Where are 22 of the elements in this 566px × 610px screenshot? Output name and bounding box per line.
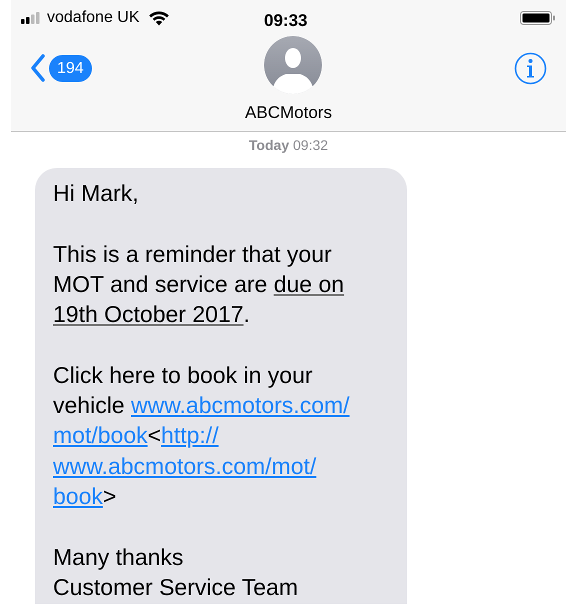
web-link[interactable]: book bbox=[53, 482, 103, 509]
contact-name: ABCMotors bbox=[244, 102, 333, 124]
date-link[interactable]: due on bbox=[274, 270, 344, 297]
carrier-name: vodafone UK bbox=[47, 8, 140, 28]
signal-icon bbox=[21, 12, 41, 24]
wifi-icon bbox=[148, 10, 169, 26]
message-paragraph: Many thanks Customer Service Team bbox=[53, 542, 298, 602]
web-link[interactable]: mot/book bbox=[53, 422, 148, 448]
clock-time: 09:33 bbox=[264, 10, 308, 32]
message-paragraph: This is a reminder that your MOT and service are due on 19th October 2017. bbox=[53, 240, 344, 330]
back-chevron-icon bbox=[30, 54, 46, 82]
back-button[interactable]: 194 bbox=[30, 54, 92, 82]
info-icon[interactable] bbox=[514, 52, 547, 85]
date-link[interactable]: 19th October 2017 bbox=[53, 301, 244, 328]
message-timestamp: Today 09:32 bbox=[248, 136, 328, 155]
unread-count-badge: 194 bbox=[49, 54, 92, 82]
message-paragraph: Hi Mark, bbox=[53, 179, 139, 208]
battery-icon bbox=[520, 11, 556, 25]
web-link[interactable]: http:// bbox=[161, 422, 219, 448]
web-link[interactable]: www.abcmotors.com/mot/ bbox=[53, 452, 316, 479]
message-paragraph: Click here to book in your vehicle www.abcmotors.com/ mot/book<http:// www.abcmotors.com/mot/ book> bbox=[53, 360, 350, 511]
web-link[interactable]: www.abcmotors.com/ bbox=[130, 392, 350, 418]
